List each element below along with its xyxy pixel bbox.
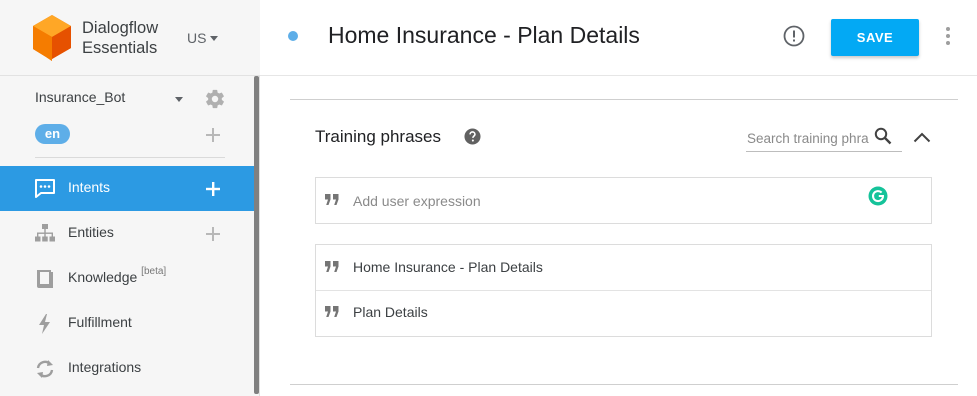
quote-icon: [325, 194, 339, 205]
search-icon[interactable]: [874, 127, 892, 145]
brand-name: Dialogflow Essentials: [82, 18, 158, 58]
sidebar-item-entities[interactable]: Entities: [0, 211, 254, 256]
brand-line-2: Essentials: [82, 39, 158, 57]
book-icon: [37, 270, 53, 288]
beta-badge: [beta]: [141, 266, 167, 277]
phrase-text: Home Insurance - Plan Details: [353, 259, 543, 275]
language-badge[interactable]: en: [35, 124, 70, 144]
sidebar-item-fulfillment[interactable]: Fulfillment: [0, 301, 254, 346]
brand-line-1: Dialogflow: [82, 19, 159, 37]
alert-circle-icon[interactable]: [783, 25, 805, 47]
sidebar-item-integrations[interactable]: Integrations: [0, 346, 254, 391]
add-expression-box: [315, 177, 932, 224]
region-label: US: [187, 30, 207, 46]
add-user-expression-input[interactable]: [353, 190, 833, 212]
chevron-down-icon[interactable]: [175, 97, 183, 102]
quote-icon: [325, 261, 339, 272]
add-intent-plus-icon[interactable]: [206, 182, 220, 196]
sidebar-item-label: Fulfillment: [68, 314, 132, 330]
agent-selector[interactable]: Insurance_Bot: [35, 89, 225, 109]
sidebar-item-label: Intents: [68, 179, 111, 195]
dialogflow-logo-icon: [33, 15, 71, 61]
list-item[interactable]: Plan Details: [316, 290, 931, 336]
sync-icon: [36, 360, 54, 378]
quote-icon: [325, 306, 339, 317]
save-button[interactable]: SAVE: [831, 19, 919, 56]
sidebar-item-intents[interactable]: Intents: [0, 166, 254, 211]
sidebar-item-knowledge[interactable]: Knowledge [beta]: [0, 256, 254, 301]
more-vert-icon[interactable]: [944, 26, 952, 46]
add-entity-plus-icon[interactable]: [206, 227, 220, 241]
sidebar-divider: [35, 157, 225, 158]
training-phrases-title: Training phrases: [315, 127, 441, 146]
sidebar-item-label: Integrations: [68, 359, 142, 375]
section-divider: [290, 384, 958, 385]
knowledge-label: Knowledge: [68, 269, 138, 285]
gear-icon[interactable]: [204, 88, 226, 110]
chat-bubble-icon: [35, 179, 55, 198]
chevron-down-icon: [210, 35, 219, 41]
training-search: [746, 125, 902, 152]
sidebar: Dialogflow Essentials US Insurance_Bot e…: [0, 0, 260, 396]
phrase-text: Plan Details: [353, 304, 428, 320]
region-selector[interactable]: US: [187, 30, 219, 46]
section-divider: [290, 99, 958, 100]
intent-header: Home Insurance - Plan Details SAVE: [260, 0, 977, 76]
list-item[interactable]: Home Insurance - Plan Details: [316, 245, 931, 291]
search-input[interactable]: [747, 127, 869, 149]
status-dot: [288, 31, 298, 41]
training-phrase-list: Home Insurance - Plan Details Plan Detai…: [315, 244, 932, 337]
page-title: Home Insurance - Plan Details: [328, 22, 640, 48]
agent-name: Insurance_Bot: [35, 89, 126, 105]
add-language-plus-icon[interactable]: [206, 128, 220, 142]
brand-header: Dialogflow Essentials US: [0, 0, 260, 76]
bolt-icon: [39, 314, 50, 334]
sidebar-scrollbar[interactable]: [254, 76, 259, 394]
sidebar-item-label: Entities: [68, 224, 114, 240]
chevron-up-icon[interactable]: [913, 131, 931, 143]
help-icon[interactable]: [464, 128, 481, 145]
sidebar-item-label: Knowledge [beta]: [68, 266, 167, 285]
hierarchy-icon: [35, 224, 55, 242]
grammarly-icon[interactable]: [868, 186, 888, 206]
